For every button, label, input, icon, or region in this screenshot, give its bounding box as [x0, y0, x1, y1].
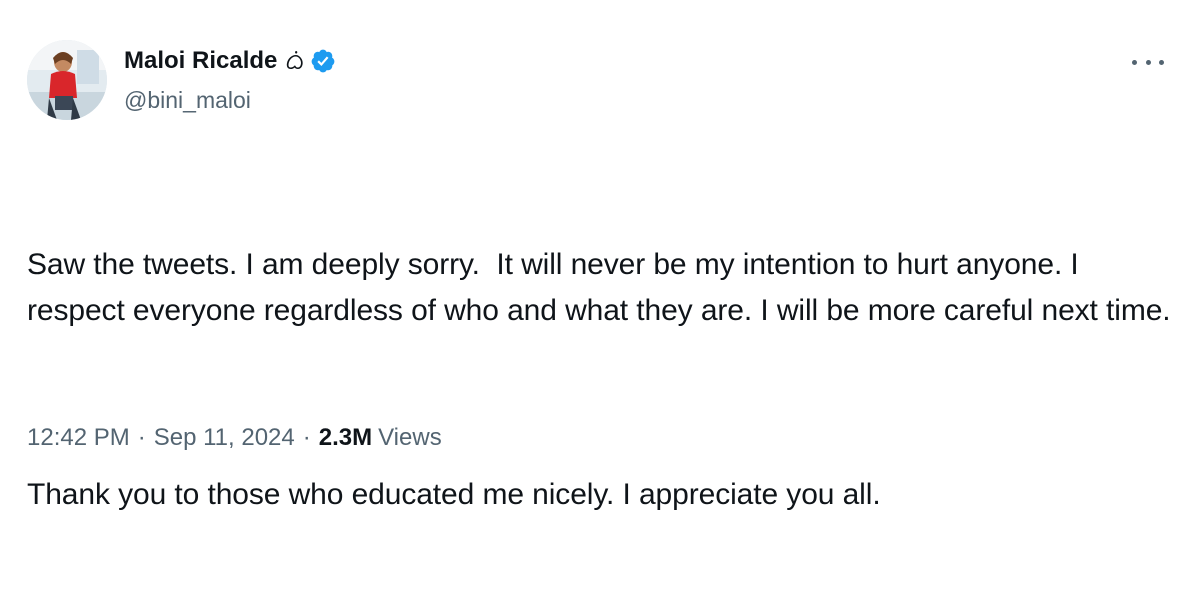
author-display-name[interactable]: Maloi Ricalde [124, 47, 277, 75]
tweet-meta: 12:42 PM · Sep 11, 2024 · 2.3M Views [27, 424, 442, 452]
tweet-text: Saw the tweets. I am deeply sorry. It wi… [27, 150, 1177, 610]
more-options-icon[interactable] [1132, 50, 1164, 74]
tweet-header: Maloi Ricalde ᜊᜒ @bini_maloi [124, 45, 336, 114]
author-handle[interactable]: @bini_maloi [124, 87, 336, 114]
avatar-photo [27, 40, 107, 120]
tweet-paragraph: Saw the tweets. I am deeply sorry. It wi… [27, 248, 1171, 327]
tweet-card: Maloi Ricalde ᜊᜒ @bini_maloi Saw the twe… [0, 0, 1200, 511]
tweet-date[interactable]: Sep 11, 2024 [154, 424, 295, 452]
author-name-row: Maloi Ricalde ᜊᜒ [124, 45, 336, 77]
meta-separator: · [137, 424, 146, 451]
verified-badge-icon[interactable] [310, 48, 336, 74]
views-count[interactable]: 2.3M [319, 424, 372, 452]
meta-separator: · [302, 424, 311, 451]
views-label: Views [378, 424, 442, 451]
author-name-suffix: ᜊᜒ [285, 50, 305, 75]
avatar[interactable] [27, 40, 107, 120]
tweet-paragraph: Thank you to those who educated me nicel… [27, 478, 881, 511]
tweet-time[interactable]: 12:42 PM [27, 424, 130, 452]
